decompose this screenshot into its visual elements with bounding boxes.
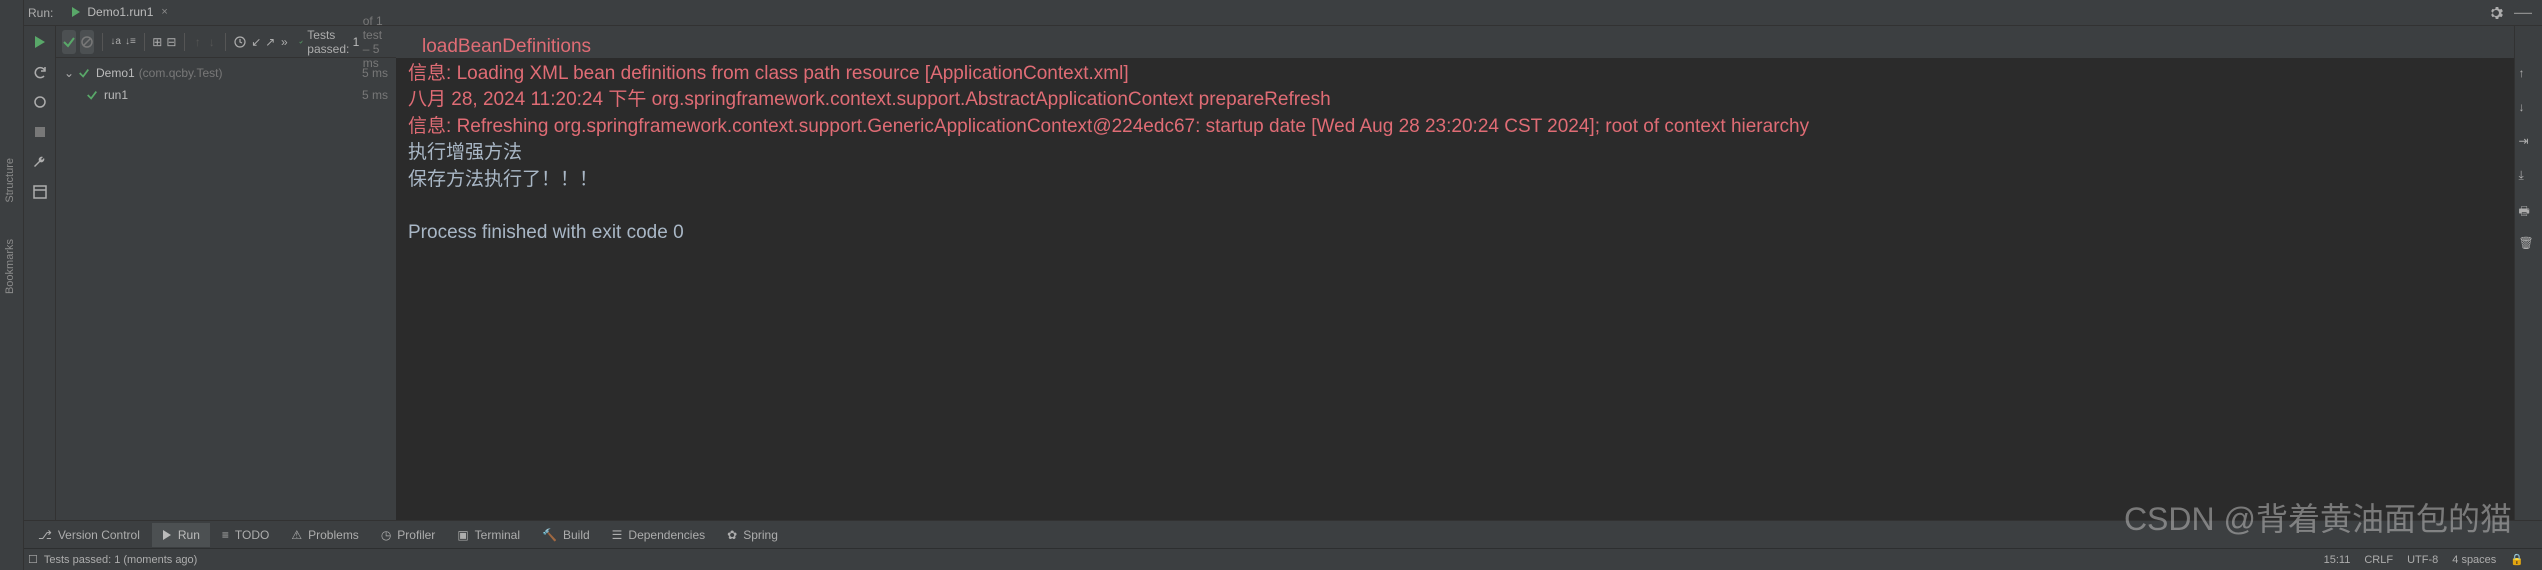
print-icon[interactable]: 🖶: [2519, 202, 2539, 222]
scroll-to-end-icon[interactable]: ⤓: [2519, 168, 2539, 188]
right-gutter: ↑ ↓ ⇥ ⤓ 🖶 🗑: [2514, 26, 2542, 520]
console-line: [408, 194, 2502, 221]
sort-alpha-button[interactable]: ↓a: [110, 30, 121, 54]
check-icon: [86, 89, 98, 101]
chevron-down-icon[interactable]: ⌄: [64, 66, 74, 80]
toggle-auto-test-button[interactable]: [30, 92, 50, 112]
test-method-name: run1: [104, 88, 128, 102]
rerun-failed-button[interactable]: [30, 62, 50, 82]
cursor-position[interactable]: 15:11: [2324, 554, 2351, 566]
left-gutter: Structure Bookmarks: [0, 0, 24, 570]
tab-problems[interactable]: ⚠ Problems: [281, 523, 368, 547]
console-line: 八月 28, 2024 11:20:24 下午 org.springframew…: [408, 87, 2502, 114]
clear-icon[interactable]: 🗑: [2519, 236, 2539, 256]
settings-icon[interactable]: [2488, 5, 2504, 21]
test-toolbar: ↓a ↓≡ ⊞ ⊟ ↑ ↓ ↙ ↗ » Tests passed: 1 of 1…: [56, 26, 396, 58]
tab-dependencies[interactable]: ☰ Dependencies: [602, 523, 716, 547]
rerun-button[interactable]: [30, 32, 50, 52]
test-tree-panel: ↓a ↓≡ ⊞ ⊟ ↑ ↓ ↙ ↗ » Tests passed: 1 of 1…: [56, 26, 396, 520]
soft-wrap-icon[interactable]: ⇥: [2519, 134, 2539, 154]
stop-button[interactable]: [30, 122, 50, 142]
show-passed-button[interactable]: [62, 30, 76, 54]
run-config-tab[interactable]: Demo1.run1 ×: [61, 1, 177, 25]
bottom-tabs: ⎇ Version Control Run ≡ TODO ⚠ Problems …: [0, 520, 2542, 548]
console-line: Process finished with exit code 0: [408, 220, 2502, 247]
status-bar: ☐ Tests passed: 1 (moments ago) 15:11 CR…: [0, 548, 2542, 570]
close-icon[interactable]: ×: [161, 6, 167, 18]
status-text: Tests passed: 1 (moments ago): [44, 554, 197, 566]
expand-button[interactable]: ⊞: [152, 30, 162, 54]
play-icon: [162, 530, 172, 540]
console-line: 保存方法执行了！！！: [408, 167, 2502, 194]
test-tree[interactable]: ⌄ Demo1 (com.qcby.Test) 5 ms run1 5 ms: [56, 58, 396, 520]
dependencies-icon: ☰: [612, 528, 623, 542]
test-method-time: 5 ms: [362, 88, 388, 102]
terminal-icon: ▣: [457, 528, 468, 542]
line-separator[interactable]: CRLF: [2364, 554, 2393, 566]
up-button[interactable]: ↑: [193, 30, 203, 54]
export-button[interactable]: ↗: [265, 30, 275, 54]
profiler-icon: ◷: [381, 528, 391, 542]
lock-icon[interactable]: 🔒: [2510, 553, 2524, 566]
scroll-down-icon[interactable]: ↓: [2519, 100, 2539, 120]
structure-tab[interactable]: Structure: [0, 150, 20, 211]
console-line: 执行增强方法: [408, 140, 2502, 167]
status-icon: ☐: [28, 553, 38, 566]
build-icon: 🔨: [542, 528, 557, 542]
import-button[interactable]: ↙: [251, 30, 261, 54]
tab-profiler[interactable]: ◷ Profiler: [371, 523, 446, 547]
tab-spring[interactable]: ✿ Spring: [717, 523, 788, 547]
console-line: loadBeanDefinitions: [408, 34, 2502, 61]
test-class-time: 5 ms: [362, 66, 388, 80]
wrench-icon[interactable]: [30, 152, 50, 172]
tab-build[interactable]: 🔨 Build: [532, 523, 600, 547]
tab-title: Demo1.run1: [87, 5, 153, 19]
console-output[interactable]: loadBeanDefinitions 信息: Loading XML bean…: [396, 26, 2514, 520]
todo-icon: ≡: [222, 528, 229, 542]
console-line: 信息: Loading XML bean definitions from cl…: [408, 61, 2502, 88]
spring-icon: ✿: [727, 528, 737, 542]
check-icon: [78, 67, 90, 79]
problems-icon: ⚠: [291, 528, 302, 542]
branch-icon: ⎇: [38, 528, 52, 542]
tab-run[interactable]: Run: [152, 523, 210, 547]
layout-icon[interactable]: [30, 182, 50, 202]
tab-todo[interactable]: ≡ TODO: [212, 523, 279, 547]
sort-duration-button[interactable]: ↓≡: [125, 30, 136, 54]
indent-setting[interactable]: 4 spaces: [2452, 554, 2496, 566]
tab-terminal[interactable]: ▣ Terminal: [447, 523, 530, 547]
tab-version-control[interactable]: ⎇ Version Control: [28, 523, 150, 547]
minimize-icon[interactable]: —: [2514, 2, 2532, 23]
run-icon: [71, 7, 81, 17]
console-line: 信息: Refreshing org.springframework.conte…: [408, 114, 2502, 141]
run-label: Run:: [28, 6, 53, 20]
bookmarks-tab[interactable]: Bookmarks: [0, 231, 20, 302]
tree-row-child[interactable]: run1 5 ms: [56, 84, 396, 106]
left-icon-column: [24, 26, 56, 520]
collapse-button[interactable]: ⊟: [166, 30, 176, 54]
down-button[interactable]: ↓: [207, 30, 217, 54]
tree-row-root[interactable]: ⌄ Demo1 (com.qcby.Test) 5 ms: [56, 62, 396, 84]
test-class-extra: (com.qcby.Test): [139, 66, 223, 80]
file-encoding[interactable]: UTF-8: [2407, 554, 2438, 566]
test-class-name: Demo1: [96, 66, 135, 80]
history-button[interactable]: [233, 30, 247, 54]
more-button[interactable]: »: [279, 30, 289, 54]
show-ignored-button[interactable]: [80, 30, 94, 54]
scroll-up-icon[interactable]: ↑: [2519, 66, 2539, 86]
